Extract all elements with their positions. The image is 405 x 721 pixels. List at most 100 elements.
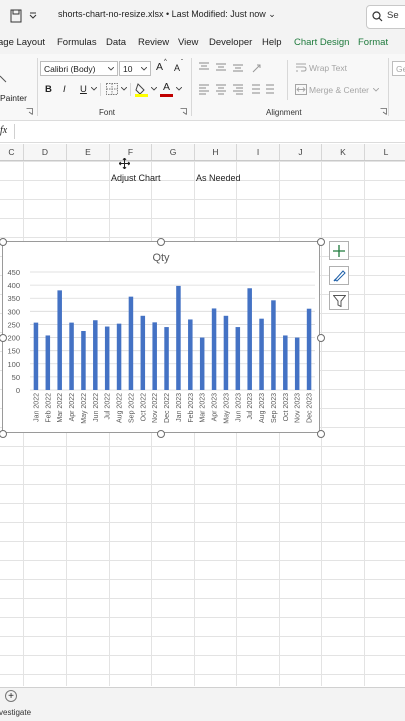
horizontal-alignment-icons[interactable] xyxy=(198,84,278,96)
tab-review[interactable]: Review xyxy=(138,37,169,48)
save-icon[interactable] xyxy=(10,9,22,23)
chart-elements-button[interactable] xyxy=(329,241,349,260)
bar[interactable] xyxy=(235,327,241,390)
y-tick-label: 150 xyxy=(7,347,20,356)
number-format-select[interactable]: Ge xyxy=(392,61,405,76)
x-tick-label: Feb 2022 xyxy=(45,393,52,423)
chevron-down-icon[interactable] xyxy=(373,88,379,92)
ribbon-tabs: age Layout Formulas Data Review View Dev… xyxy=(0,32,405,54)
bar[interactable] xyxy=(140,315,146,390)
tab-view[interactable]: View xyxy=(178,37,198,48)
bar[interactable] xyxy=(57,290,62,390)
column-header-l[interactable]: L xyxy=(365,144,405,160)
add-sheet-button[interactable]: + xyxy=(5,690,17,702)
bar[interactable] xyxy=(259,318,264,390)
bar[interactable] xyxy=(45,335,51,390)
cell-f3[interactable]: Adjust Chart xyxy=(111,173,161,183)
bar[interactable] xyxy=(211,308,217,390)
font-launcher-icon[interactable] xyxy=(180,108,187,115)
chevron-down-icon[interactable] xyxy=(151,87,157,91)
bar[interactable] xyxy=(33,322,39,390)
resize-handle-top-right[interactable] xyxy=(317,238,325,246)
bar[interactable] xyxy=(271,300,276,390)
tab-help[interactable]: Help xyxy=(262,37,282,48)
clipboard-launcher-icon[interactable] xyxy=(26,108,33,115)
bold-button[interactable]: B xyxy=(45,84,52,95)
resize-handle-top[interactable] xyxy=(157,238,165,246)
fx-label[interactable]: fx xyxy=(0,125,7,136)
bar[interactable] xyxy=(152,322,157,390)
bar[interactable] xyxy=(223,315,229,390)
column-header-f[interactable]: F xyxy=(110,144,152,160)
tab-format[interactable]: Format xyxy=(358,37,388,48)
underline-button[interactable]: U xyxy=(80,84,87,95)
caret-down-icon: ˇ xyxy=(181,60,183,66)
merge-center-button[interactable]: Merge & Center xyxy=(309,85,369,95)
x-tick-label: Sep 2022 xyxy=(128,393,135,423)
bar[interactable] xyxy=(164,327,169,390)
tab-page-layout[interactable]: age Layout xyxy=(0,37,45,48)
format-painter-label[interactable]: Painter xyxy=(0,93,27,103)
x-tick-label: Dec 2022 xyxy=(164,393,171,423)
italic-button[interactable]: I xyxy=(63,84,66,95)
column-header-i[interactable]: I xyxy=(237,144,280,160)
bar[interactable] xyxy=(93,320,98,390)
y-tick-label: 300 xyxy=(7,307,20,316)
increase-font-size-button[interactable]: A xyxy=(156,61,163,73)
bar[interactable] xyxy=(294,337,300,390)
column-header-j[interactable]: J xyxy=(280,144,322,160)
tab-formulas[interactable]: Formulas xyxy=(57,37,97,48)
vertical-alignment-icons[interactable] xyxy=(198,62,268,74)
bar[interactable] xyxy=(188,319,193,390)
chart-title[interactable]: Qty xyxy=(152,252,170,264)
alignment-launcher-icon[interactable] xyxy=(380,108,387,115)
bar[interactable] xyxy=(283,335,288,390)
x-tick-label: Apr 2023 xyxy=(212,393,219,422)
bar[interactable] xyxy=(176,285,181,390)
bar[interactable] xyxy=(306,308,312,390)
bar[interactable] xyxy=(104,326,110,390)
tab-data[interactable]: Data xyxy=(106,37,126,48)
bar[interactable] xyxy=(247,288,252,390)
file-title[interactable]: shorts-chart-no-resize.xlsx • Last Modif… xyxy=(58,9,276,20)
search-box[interactable]: Se xyxy=(366,5,405,29)
font-name-select[interactable]: Calibri (Body) xyxy=(40,61,118,76)
bar[interactable] xyxy=(199,337,205,390)
cell-h3[interactable]: As Needed xyxy=(196,173,241,183)
x-tick-label: Feb 2023 xyxy=(188,393,195,423)
quick-access-dropdown-icon[interactable] xyxy=(29,11,37,19)
tab-chart-design[interactable]: Chart Design xyxy=(294,37,349,48)
chevron-down-icon[interactable] xyxy=(91,87,97,91)
chart-styles-button[interactable] xyxy=(329,266,349,285)
resize-handle-right[interactable] xyxy=(317,334,325,342)
column-header-g[interactable]: G xyxy=(152,144,195,160)
chevron-down-icon[interactable] xyxy=(176,87,182,91)
x-tick-label: Jan 2023 xyxy=(176,393,183,422)
fill-color-icon[interactable] xyxy=(135,82,148,97)
x-tick-label: Jun 2023 xyxy=(235,393,242,422)
x-tick-label: Aug 2023 xyxy=(259,393,266,423)
wrap-text-button[interactable]: Wrap Text xyxy=(309,63,347,73)
bar[interactable] xyxy=(116,323,122,390)
bar[interactable] xyxy=(69,322,74,390)
resize-handle-bottom[interactable] xyxy=(157,430,165,438)
bar[interactable] xyxy=(81,331,86,390)
borders-icon[interactable] xyxy=(106,83,118,95)
column-header-d[interactable]: D xyxy=(24,144,67,160)
alignment-group-label: Alignment xyxy=(266,108,302,117)
chart-area[interactable]: Qty 0 50 100 150 200 250 300 350 400 450 Jan 2022… xyxy=(2,241,320,433)
decrease-font-size-button[interactable]: A xyxy=(174,63,180,73)
column-header-k[interactable]: K xyxy=(322,144,365,160)
resize-handle-bottom-right[interactable] xyxy=(317,430,325,438)
tab-developer[interactable]: Developer xyxy=(209,37,252,48)
column-header-c[interactable]: C xyxy=(0,144,24,160)
chart-filters-button[interactable] xyxy=(329,291,349,310)
chevron-down-icon[interactable] xyxy=(121,87,127,91)
font-color-button[interactable]: A xyxy=(160,81,174,97)
column-header-e[interactable]: E xyxy=(67,144,110,160)
bar[interactable] xyxy=(128,296,134,390)
column-header-h[interactable]: H xyxy=(195,144,237,160)
wrap-text-icon xyxy=(296,63,307,72)
font-size-select[interactable]: 10 xyxy=(119,61,151,76)
format-painter-icon[interactable] xyxy=(0,74,8,84)
